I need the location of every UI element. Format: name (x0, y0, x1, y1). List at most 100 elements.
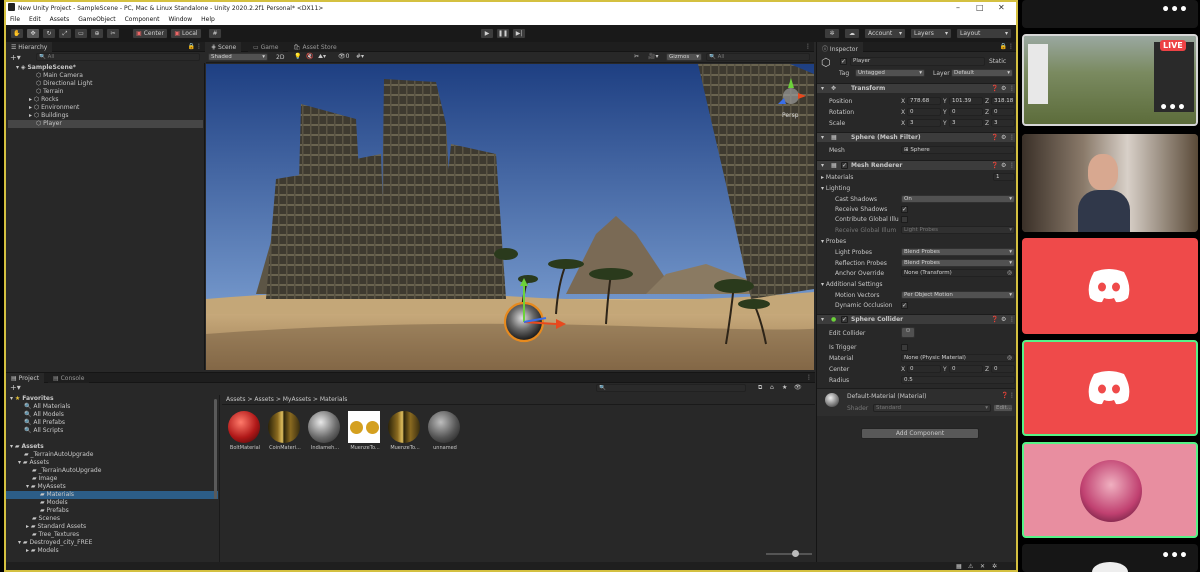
space-toggle-button[interactable]: ▣ Local (170, 28, 202, 39)
collider-material-field[interactable]: None (Physic Material) ◎ (901, 354, 1015, 362)
hidden-objects-icon[interactable]: 👁0 (338, 53, 349, 60)
sphere-collider-header[interactable]: ▾ ● ✓ Sphere Collider ❓ ⚙ ⋮ (817, 314, 1015, 324)
breadcrumb-item[interactable]: MyAssets (283, 396, 311, 403)
target-icon[interactable]: ◎ (1007, 270, 1012, 276)
participant-tile[interactable]: ••• (1022, 544, 1198, 572)
active-checkbox[interactable]: ✓ (840, 58, 847, 65)
layer-dropdown[interactable]: Default ▾ (951, 69, 1013, 77)
folder-item-selected[interactable]: ▰ Materials (6, 491, 218, 499)
scale-z-field[interactable]: 3 (991, 119, 1015, 127)
position-z-field[interactable]: 318.18 (991, 97, 1015, 105)
account-dropdown[interactable]: Account ▾ (864, 28, 906, 39)
more-options-icon[interactable]: ••• (1161, 2, 1188, 18)
grid-toggle-icon[interactable]: #▾ (356, 53, 364, 60)
folder-item[interactable]: ▾ ▰ Destroyed_city_FREE (18, 539, 92, 547)
tab-asset-store[interactable]: 🛍 Asset Store (288, 42, 342, 52)
persp-label[interactable]: Persp (782, 112, 799, 119)
tab-project[interactable]: ▤ Project (6, 373, 45, 383)
camera-settings-icon[interactable]: 🎥▾ (648, 53, 658, 60)
settings-icon[interactable]: ⚙ (1001, 162, 1006, 169)
breadcrumb-item[interactable]: Materials (320, 396, 348, 403)
settings-icon[interactable]: ⚙ (1001, 134, 1006, 141)
materials-count-field[interactable]: 1 (993, 173, 1015, 181)
tree-scrollbar[interactable] (214, 399, 217, 499)
scale-x-field[interactable]: 3 (907, 119, 941, 127)
position-y-field[interactable]: 101.39 (949, 97, 983, 105)
tab-scene[interactable]: ⋕ Scene (206, 42, 242, 52)
center-y-field[interactable]: 0 (949, 365, 983, 373)
kebab-menu-icon[interactable]: ⋮ (1008, 43, 1014, 50)
radius-field[interactable]: 0.5 (901, 376, 1015, 384)
webcam-tile[interactable] (1022, 134, 1198, 232)
reflection-probes-dropdown[interactable]: Blend Probes ▾ (901, 259, 1015, 267)
tools-icon[interactable]: ✂ (634, 53, 639, 60)
favorite-all-scripts[interactable]: 🔍 All Scripts (24, 427, 63, 435)
tab-console[interactable]: ▤ Console (48, 373, 90, 383)
kebab-menu-icon[interactable]: ⋮ (1009, 392, 1015, 399)
folder-item[interactable]: ▾ ▰ MyAssets (26, 483, 66, 491)
collider-enabled-checkbox[interactable]: ✓ (841, 316, 848, 323)
participant-tile[interactable]: ••• (1022, 0, 1198, 28)
close-icon[interactable]: ✕ (998, 3, 1005, 12)
help-icon[interactable]: ❓ (1001, 392, 1008, 399)
gizmos-dropdown[interactable]: Gizmos ▾ (666, 53, 702, 61)
more-options-icon[interactable]: ••• (1159, 100, 1186, 116)
folder-item[interactable]: ▰ _TerrainAutoUpgrade (32, 467, 101, 475)
hierarchy-item-main-camera[interactable]: ⬡ Main Camera (36, 72, 83, 80)
hierarchy-item-player[interactable]: ⬡ Player (8, 120, 203, 128)
settings-icon[interactable]: ⚙ (1001, 85, 1006, 92)
lighting-foldout[interactable]: ▾ Lighting (821, 185, 850, 192)
folder-item[interactable]: ▰ Prefabs (40, 507, 69, 515)
menu-gameobject[interactable]: GameObject (78, 16, 115, 25)
stream-preview-tile[interactable]: LIVE ••• (1022, 34, 1198, 126)
mesh-filter-header[interactable]: ▾ ▦ Sphere (Mesh Filter) ❓ ⚙ ⋮ (817, 132, 1015, 142)
folder-item[interactable]: ▰ Models (40, 499, 68, 507)
add-icon[interactable]: +▾ (10, 53, 21, 62)
hand-tool-icon[interactable]: ✋ (10, 28, 24, 39)
folder-item[interactable]: ▾ ▰ Assets (18, 459, 49, 467)
edit-collider-icon[interactable]: ⚇ (901, 327, 915, 338)
minimize-icon[interactable]: – (956, 3, 960, 12)
menu-edit[interactable]: Edit (29, 16, 41, 25)
rect-tool-icon[interactable]: ▭ (74, 28, 88, 39)
zoom-slider-handle[interactable] (792, 550, 799, 557)
rotation-y-field[interactable]: 0 (949, 108, 983, 116)
mesh-renderer-header[interactable]: ▾ ▦ ✓ Mesh Renderer ❓ ⚙ ⋮ (817, 160, 1015, 170)
light-probes-dropdown[interactable]: Blend Probes ▾ (901, 248, 1015, 256)
dynamic-occlusion-checkbox[interactable]: ✓ (901, 302, 908, 309)
lock-icon[interactable]: 🔒 (1000, 43, 1007, 50)
mesh-renderer-enabled-checkbox[interactable]: ✓ (841, 162, 848, 169)
add-component-button[interactable]: Add Component (861, 428, 979, 439)
motion-vectors-dropdown[interactable]: Per Object Motion ▾ (901, 291, 1015, 299)
hierarchy-item-buildings[interactable]: ▸ ⬡ Buildings (29, 112, 69, 120)
cloud-icon[interactable]: ☁ (844, 28, 860, 39)
discord-participant-tile-speaking[interactable] (1022, 340, 1198, 436)
kebab-menu-icon[interactable]: ⋮ (1009, 85, 1015, 92)
menu-window[interactable]: Window (168, 16, 192, 25)
kebab-menu-icon[interactable]: ⋮ (805, 43, 811, 50)
favorite-all-prefabs[interactable]: 🔍 All Prefabs (24, 419, 65, 427)
effects-toggle-icon[interactable]: ⛰▾ (318, 53, 326, 61)
layers-dropdown[interactable]: Layers ▾ (910, 28, 952, 39)
folder-item[interactable]: ▸ ▰ Standard Assets (26, 523, 86, 531)
folder-item[interactable]: ▸ ▰ Models (26, 547, 59, 555)
layout-dropdown[interactable]: Layout ▾ (956, 28, 1012, 39)
scale-y-field[interactable]: 3 (949, 119, 983, 127)
zoom-slider[interactable] (766, 550, 812, 557)
custom-tool-icon[interactable]: ✂ (106, 28, 120, 39)
receive-shadows-checkbox[interactable]: ✓ (901, 206, 908, 213)
hierarchy-item-directional-light[interactable]: ⬡ Directional Light (36, 80, 93, 88)
folder-item[interactable]: ▰ Image (32, 475, 57, 483)
lighting-toggle-icon[interactable]: 💡 (294, 53, 301, 60)
asset-item[interactable]: MuenzeTo... (388, 411, 422, 451)
rotate-tool-icon[interactable]: ↻ (42, 28, 56, 39)
favorite-all-models[interactable]: 🔍 All Models (24, 411, 64, 419)
avatar-participant-tile[interactable] (1022, 442, 1198, 538)
asset-item[interactable]: Indiameh... (308, 411, 342, 451)
menu-file[interactable]: File (10, 16, 20, 25)
collab-icon[interactable]: ✲ (824, 28, 840, 39)
more-options-icon[interactable]: ••• (1161, 548, 1188, 564)
asset-item[interactable]: unnamed (428, 411, 462, 451)
debugger-icon[interactable]: ✕ (980, 563, 985, 570)
kebab-menu-icon[interactable]: ⋮ (196, 43, 202, 50)
